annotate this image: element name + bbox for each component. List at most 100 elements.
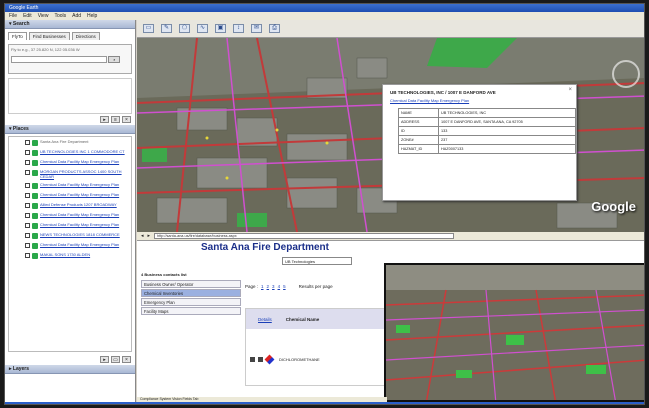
search-controls: ▸ ≡ ×	[5, 114, 135, 125]
checkbox[interactable]	[25, 193, 30, 198]
path-icon[interactable]: ∿	[197, 24, 208, 33]
grid-header: Details Chemical Name	[246, 309, 386, 329]
flyto-hint: Fly to e.g., 37 25.820 N, 122 05.036 W	[11, 47, 80, 52]
checkbox[interactable]	[25, 140, 30, 145]
menu-view[interactable]: View	[38, 12, 49, 20]
inset-earth-view[interactable]	[384, 263, 644, 402]
menu-add[interactable]: Add	[72, 12, 81, 20]
business-nav-heading: 4 Business contacts list	[141, 272, 187, 277]
list-item[interactable]: Chemical Data Facility Map Emergency Pla…	[25, 222, 130, 229]
place-label[interactable]: UB TECHNOLOGIES INC 1 COMMODORE CT	[40, 149, 130, 156]
checkbox[interactable]	[25, 223, 30, 228]
email-icon[interactable]: ✉	[251, 24, 262, 33]
nav-item[interactable]: Business Owner/ Operator	[141, 280, 241, 288]
checkbox[interactable]	[25, 170, 30, 175]
page-link[interactable]: 2	[267, 284, 270, 289]
close-icon[interactable]: ×	[122, 116, 131, 123]
place-label[interactable]: MAKAL SONS 1730 ALDEN	[40, 252, 130, 259]
polygon-icon[interactable]: ⬠	[179, 24, 190, 33]
page-link[interactable]: 5	[283, 284, 286, 289]
tab-find-businesses[interactable]: Find Businesses	[28, 32, 70, 40]
field-label: ID	[398, 126, 439, 136]
ruler-icon[interactable]: ↕	[233, 24, 244, 33]
place-label[interactable]: Chemical Data Facility Map Emergency Pla…	[40, 212, 130, 219]
earth-toolbar: ▭ ✎ ⬠ ∿ ▣ ↕ ✉ ⎙	[137, 20, 644, 38]
folder-icon[interactable]: ▭	[111, 356, 120, 363]
layers-panel-header[interactable]: ▸ Layers	[5, 365, 135, 374]
menu-file[interactable]: File	[9, 12, 17, 20]
edit-icon[interactable]	[258, 356, 263, 362]
list-item[interactable]: Chemical Data Facility Map Emergency Pla…	[25, 242, 130, 249]
place-label[interactable]: Chemical Data Facility Map Emergency Pla…	[40, 222, 130, 229]
place-label[interactable]: NEWS TECHNOLOGIES 1818 COMMERCE	[40, 232, 130, 239]
nav-item[interactable]: Chemical Inventories	[141, 289, 241, 297]
navigation-compass[interactable]	[612, 60, 640, 88]
close-icon[interactable]: ×	[568, 87, 572, 93]
nav-item[interactable]: Emergency Plan	[141, 298, 241, 306]
list-item[interactable]: MORGAN PRODUCTS ASSOC 1400 SOUTH CEDAR	[25, 169, 130, 179]
search-panel-header[interactable]: ▾ Search	[5, 20, 135, 29]
page-link[interactable]: 3	[272, 284, 275, 289]
business-search-input[interactable]: UB Technologies	[282, 257, 352, 265]
details-link[interactable]: Details	[258, 317, 272, 322]
search-icon: ⌕	[113, 57, 116, 62]
tab-flyto[interactable]: FlyTo	[8, 32, 27, 40]
menu-edit[interactable]: Edit	[23, 12, 32, 20]
flyto-input[interactable]	[11, 56, 107, 63]
places-tree[interactable]: Santa Ana Fire Department UB TECHNOLOGIES…	[8, 136, 132, 352]
grid-col-chemical: Chemical Name	[285, 316, 320, 322]
balloon-link[interactable]: Chemical Data Facility Map Emergency Pla…	[390, 98, 569, 103]
placemark-icon	[32, 170, 38, 176]
place-label[interactable]: Chemical Data Facility Map Emergency Pla…	[40, 192, 130, 199]
inset-imagery	[386, 265, 644, 400]
checkbox[interactable]	[25, 160, 30, 165]
place-label[interactable]: Chemical Data Facility Map Emergency Pla…	[40, 242, 130, 249]
page-link[interactable]: 1	[261, 284, 264, 289]
table-row[interactable]: DICHLOROMETHANE	[246, 351, 386, 367]
list-item[interactable]: NEWS TECHNOLOGIES 1818 COMMERCE	[25, 232, 130, 239]
checkbox[interactable]	[25, 203, 30, 208]
close-icon[interactable]: ×	[122, 356, 131, 363]
list-item[interactable]: Chemical Data Facility Map Emergency Pla…	[25, 212, 130, 219]
checkbox[interactable]	[25, 183, 30, 188]
place-label: Santa Ana Fire Department	[40, 139, 89, 144]
search-button[interactable]: ⌕	[108, 56, 121, 63]
tab-directions[interactable]: Directions	[71, 32, 100, 40]
flyto-box: Fly to e.g., 37 25.820 N, 122 05.036 W ⌕	[8, 44, 132, 74]
earth-3d-view[interactable]: Google × UB TECHNOLOGIES, INC / 1007 E D…	[137, 38, 644, 232]
menu-help[interactable]: Help	[87, 12, 97, 20]
forward-icon[interactable]: ▸	[148, 233, 151, 239]
checkbox[interactable]	[25, 213, 30, 218]
list-item[interactable]: Chemical Data Facility Map Emergency Pla…	[25, 182, 130, 189]
place-label[interactable]: MORGAN PRODUCTS ASSOC 1400 SOUTH CEDAR	[40, 169, 130, 179]
sidebar-toggle-icon[interactable]: ▭	[143, 24, 154, 33]
menu-tools[interactable]: Tools	[54, 12, 66, 20]
list-item[interactable]: MAKAL SONS 1730 ALDEN	[25, 252, 130, 259]
url-field[interactable]: http://santa-ana.us/fire/database/busine…	[154, 233, 455, 239]
play-icon[interactable]: ▸	[100, 116, 109, 123]
select-icon[interactable]	[250, 356, 255, 362]
play-icon[interactable]: ▸	[100, 356, 109, 363]
overlay-icon[interactable]: ▣	[215, 24, 226, 33]
back-icon[interactable]: ◂	[141, 233, 144, 239]
page-link[interactable]: 4	[278, 284, 281, 289]
checkbox[interactable]	[25, 243, 30, 248]
placemark-icon[interactable]: ✎	[161, 24, 172, 33]
window-title: Google Earth	[5, 4, 644, 12]
list-item[interactable]: Chemical Data Facility Map Emergency Pla…	[25, 192, 130, 199]
places-panel-header[interactable]: ▾ Places	[5, 125, 135, 134]
checkbox[interactable]	[25, 253, 30, 258]
list-item[interactable]: Allied Defense Products 1207 BROADWAY	[25, 202, 130, 209]
place-label[interactable]: Chemical Data Facility Map Emergency Pla…	[40, 159, 130, 166]
place-label[interactable]: Allied Defense Products 1207 BROADWAY	[40, 202, 130, 209]
balloon-table: NAME UB TECHNOLOGIES, INC ADDRESS 1007 E DA…	[398, 108, 576, 154]
list-icon[interactable]: ≡	[111, 116, 120, 123]
place-label[interactable]: Chemical Data Facility Map Emergency Pla…	[40, 182, 130, 189]
checkbox[interactable]	[25, 150, 30, 155]
checkbox[interactable]	[25, 233, 30, 238]
list-item[interactable]: UB TECHNOLOGIES INC 1 COMMODORE CT	[25, 149, 130, 156]
list-item[interactable]: Santa Ana Fire Department	[25, 139, 130, 146]
nav-item[interactable]: Facility Maps	[141, 307, 241, 315]
list-item[interactable]: Chemical Data Facility Map Emergency Pla…	[25, 159, 130, 166]
print-icon[interactable]: ⎙	[269, 24, 280, 33]
